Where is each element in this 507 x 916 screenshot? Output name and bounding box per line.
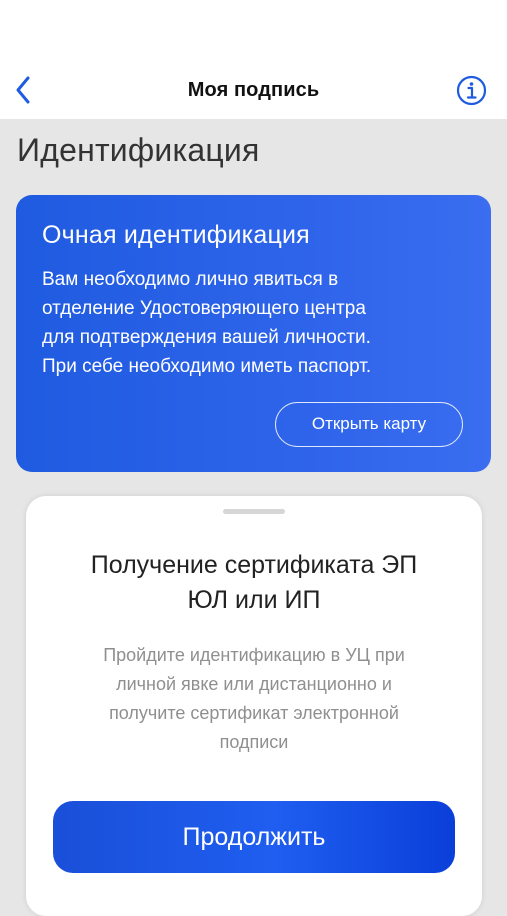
info-circle-icon	[456, 75, 487, 106]
status-bar	[0, 0, 507, 62]
navigation-bar: Моя подпись	[0, 62, 507, 119]
continue-button[interactable]: Продолжить	[53, 801, 455, 873]
open-map-button[interactable]: Открыть карту	[275, 402, 463, 447]
card-description-line: для подтверждения вашей личности.	[42, 327, 371, 348]
card-title: Очная идентификация	[42, 221, 310, 249]
sheet-title: Получение сертификата ЭП ЮЛ или ИП	[26, 548, 482, 618]
card-description: Вам необходимо лично явиться в отделение…	[42, 265, 472, 381]
card-description-line: Вам необходимо лично явиться в	[42, 269, 339, 290]
sheet-description-line: личной явке или дистанционно и	[116, 674, 392, 694]
page-title: Идентификация	[17, 132, 260, 168]
sheet-description-line: подписи	[219, 732, 289, 752]
sheet-title-line: ЮЛ или ИП	[187, 586, 321, 614]
in-person-identification-card: Очная идентификация Вам необходимо лично…	[16, 195, 491, 472]
card-description-line: При себе необходимо иметь паспорт.	[42, 356, 372, 377]
info-button[interactable]	[456, 75, 487, 106]
bottom-sheet: Получение сертификата ЭП ЮЛ или ИП Пройд…	[26, 496, 482, 916]
sheet-title-line: Получение сертификата ЭП	[90, 551, 418, 579]
sheet-description-line: получите сертификат электронной	[109, 703, 399, 723]
nav-title: Моя подпись	[187, 79, 320, 101]
sheet-description: Пройдите идентификацию в УЦ при личной я…	[56, 641, 452, 757]
sheet-description-line: Пройдите идентификацию в УЦ при	[103, 645, 405, 665]
sheet-grabber[interactable]	[223, 509, 285, 514]
card-description-line: отделение Удостоверяющего центра	[42, 298, 366, 319]
